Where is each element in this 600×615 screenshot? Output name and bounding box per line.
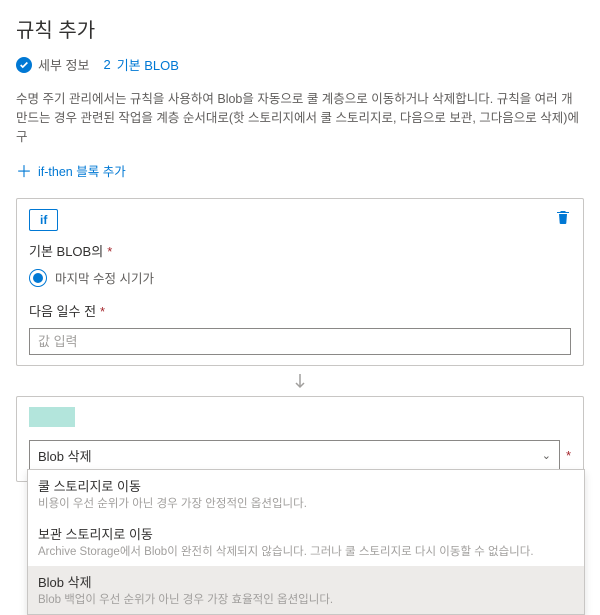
option-title: Blob 삭제 bbox=[38, 572, 574, 591]
option-move-archive[interactable]: 보관 스토리지로 이동 Archive Storage에서 Blob이 완전히 … bbox=[28, 518, 584, 566]
step-number: 2 bbox=[103, 57, 110, 72]
required-indicator: * bbox=[566, 448, 571, 463]
option-delete-blob[interactable]: Blob 삭제 Blob 백업이 우선 순위가 아닌 경우 가장 효율적인 옵션… bbox=[28, 566, 584, 614]
add-if-then-block-button[interactable]: ＋ if-then 블록 추가 bbox=[0, 150, 600, 190]
rule-description: 수명 주기 관리에서는 규칙을 사용하여 Blob을 자동으로 쿨 계층으로 이… bbox=[0, 82, 600, 150]
check-icon bbox=[16, 57, 32, 73]
connector-arrow-icon bbox=[0, 374, 600, 394]
radio-label: 마지막 수정 시기가 bbox=[55, 268, 154, 287]
chevron-down-icon: ⌄ bbox=[542, 449, 551, 462]
delete-icon[interactable] bbox=[555, 209, 571, 225]
days-input[interactable] bbox=[29, 328, 571, 355]
radio-icon bbox=[29, 269, 47, 287]
option-title: 보관 스토리지로 이동 bbox=[38, 524, 574, 543]
page-title: 규칙 추가 bbox=[16, 14, 584, 43]
action-dropdown[interactable]: Blob 삭제 ⌄ bbox=[29, 440, 560, 471]
plus-icon: ＋ bbox=[16, 158, 32, 182]
option-desc: Blob 백업이 우선 순위가 아닌 경우 가장 효율적인 옵션입니다. bbox=[38, 593, 574, 608]
option-desc: 비용이 우선 순위가 아닌 경우 가장 안정적인 옵션입니다. bbox=[38, 497, 574, 512]
option-desc: Archive Storage에서 Blob이 완전히 삭제되지 않습니다. 그… bbox=[38, 545, 574, 560]
if-card: if 기본 BLOB의* 마지막 수정 시기가 다음 일수 전* bbox=[16, 198, 584, 366]
then-card: Blob 삭제 ⌄ * 쿨 스토리지로 이동 비용이 우선 순위가 아닌 경우 … bbox=[16, 396, 584, 482]
step-label: 기본 BLOB bbox=[117, 55, 179, 74]
steps-nav: 세부 정보 2 기본 BLOB bbox=[16, 55, 584, 74]
step-details[interactable]: 세부 정보 bbox=[16, 55, 89, 74]
if-badge: if bbox=[29, 209, 58, 231]
add-block-label: if-then 블록 추가 bbox=[38, 161, 126, 180]
step-base-blob[interactable]: 2 기본 BLOB bbox=[103, 55, 178, 74]
step-label: 세부 정보 bbox=[38, 55, 89, 74]
last-modified-radio[interactable]: 마지막 수정 시기가 bbox=[29, 268, 571, 287]
action-dropdown-menu: 쿨 스토리지로 이동 비용이 우선 순위가 아닌 경우 가장 안정적인 옵션입니… bbox=[27, 469, 585, 615]
then-badge bbox=[29, 407, 75, 427]
days-ago-label: 다음 일수 전* bbox=[29, 301, 571, 320]
option-title: 쿨 스토리지로 이동 bbox=[38, 476, 574, 495]
base-blob-label: 기본 BLOB의* bbox=[29, 241, 571, 260]
dropdown-selected: Blob 삭제 bbox=[38, 446, 92, 465]
